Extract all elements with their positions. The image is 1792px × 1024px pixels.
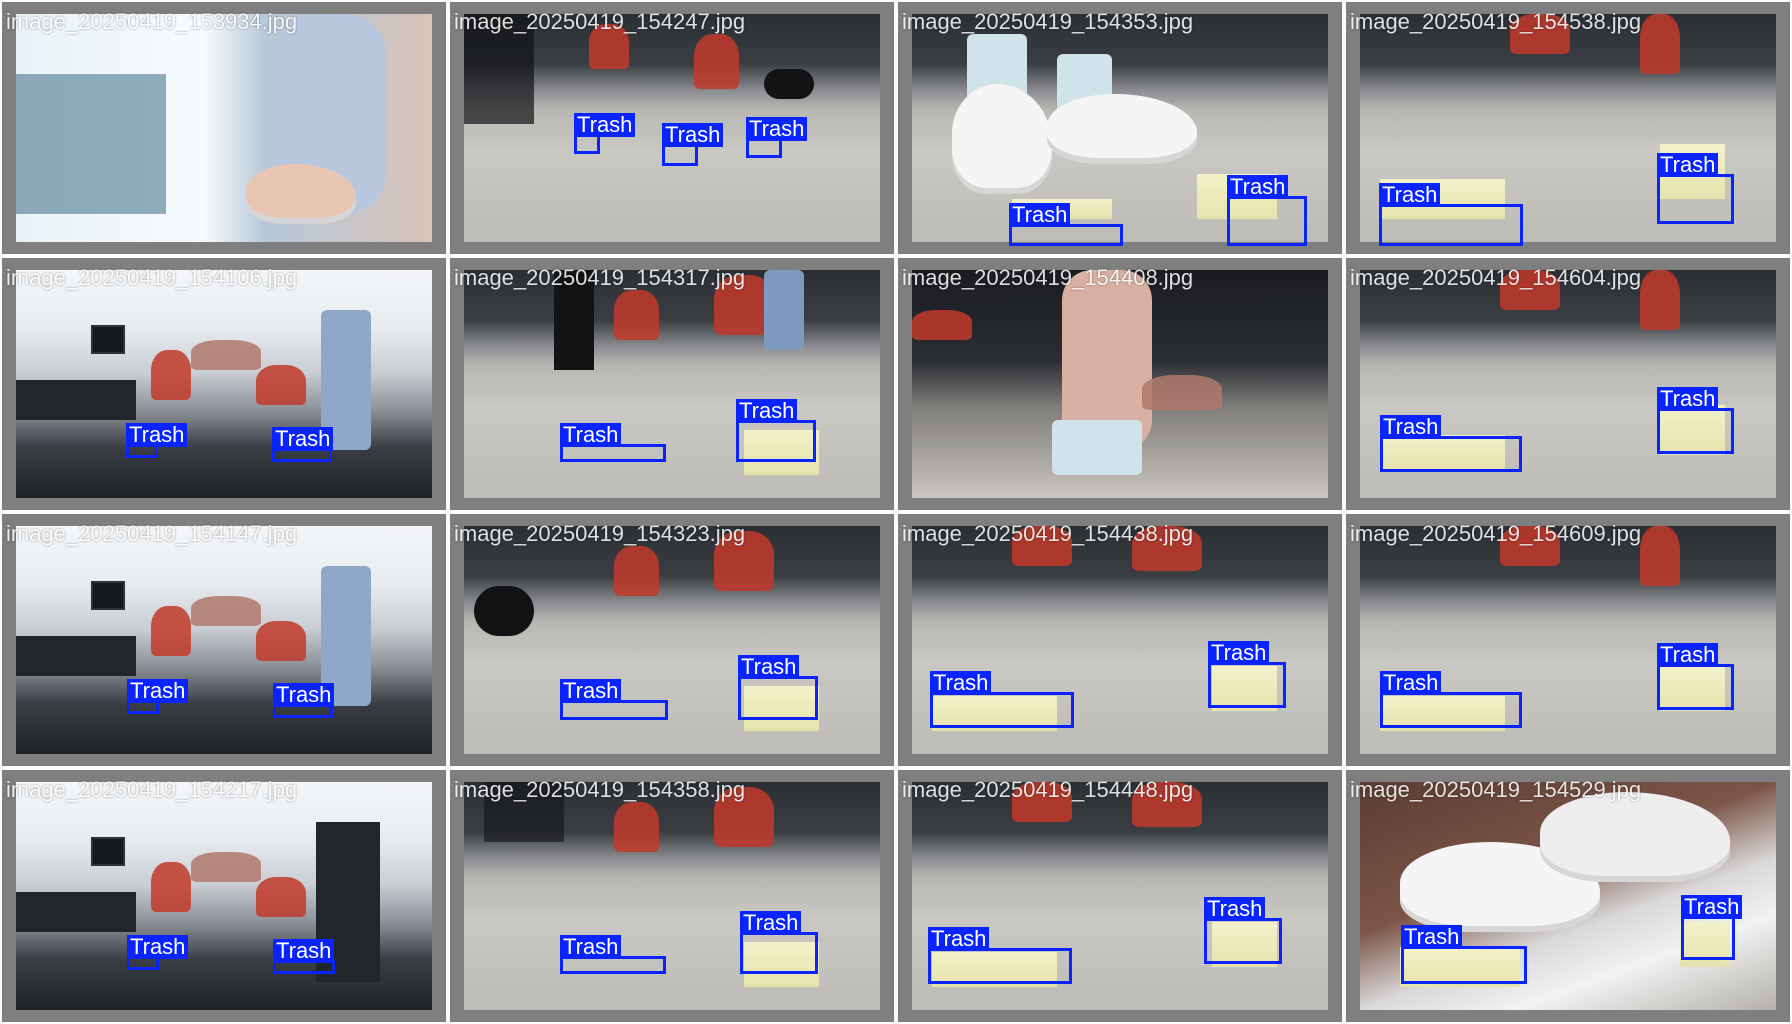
detection-label: Trash: [930, 671, 992, 695]
detection-label: Trash: [928, 927, 990, 951]
detection-label: Trash: [273, 939, 335, 963]
detection-label: Trash: [1380, 415, 1442, 439]
detection-box: Trash: [1657, 643, 1734, 710]
detection-label: Trash: [1657, 387, 1719, 411]
detection-box: Trash: [560, 935, 666, 974]
detection-box: Trash: [1204, 897, 1282, 964]
image-tile[interactable]: Trash Trash image_20250419_154358.jpg: [450, 770, 894, 1022]
detection-box: Trash: [736, 399, 816, 462]
photo: [16, 270, 432, 498]
image-tile[interactable]: Trash Trash image_20250419_154217.jpg: [2, 770, 446, 1022]
photo: [16, 526, 432, 754]
photo: [912, 270, 1328, 498]
detection-label: Trash: [740, 911, 802, 935]
detection-label: Trash: [126, 423, 188, 447]
detection-box: Trash: [273, 683, 335, 718]
detection-box: Trash: [1681, 895, 1743, 960]
image-tile[interactable]: image_20250419_153934.jpg: [2, 2, 446, 254]
image-tile[interactable]: image_20250419_154408.jpg: [898, 258, 1342, 510]
detection-box: Trash: [1208, 641, 1286, 708]
detection-box: Trash: [560, 423, 666, 462]
detection-box: Trash: [928, 927, 1072, 984]
detection-box: Trash: [746, 117, 808, 158]
detection-label: Trash: [127, 935, 189, 959]
image-tile[interactable]: Trash Trash image_20250419_154323.jpg: [450, 514, 894, 766]
detection-label: Trash: [1009, 203, 1071, 227]
photo: [16, 782, 432, 1010]
photo: [464, 270, 880, 498]
detection-box: Trash: [930, 671, 1074, 728]
detection-label: Trash: [560, 935, 622, 959]
detection-box: Trash: [273, 939, 335, 974]
image-tile[interactable]: Trash Trash Trash image_20250419_154247.…: [450, 2, 894, 254]
detection-box: Trash: [1657, 153, 1734, 224]
detection-box: Trash: [1380, 415, 1522, 472]
detection-label: Trash: [273, 683, 335, 707]
detection-box: Trash: [560, 679, 668, 720]
detection-label: Trash: [574, 113, 636, 137]
detection-label: Trash: [736, 399, 798, 423]
detection-box: Trash: [127, 935, 189, 970]
detection-label: Trash: [1657, 643, 1719, 667]
detection-label: Trash: [127, 679, 189, 703]
photo: [464, 782, 880, 1010]
detection-label: Trash: [560, 679, 622, 703]
detection-box: Trash: [740, 911, 818, 974]
detection-label: Trash: [738, 655, 800, 679]
image-tile[interactable]: Trash Trash image_20250419_154604.jpg: [1346, 258, 1790, 510]
detection-label: Trash: [272, 427, 334, 451]
detection-box: Trash: [272, 427, 334, 462]
detection-label: Trash: [1681, 895, 1743, 919]
detection-box: Trash: [1401, 925, 1527, 984]
detection-box: Trash: [126, 423, 188, 458]
image-tile[interactable]: Trash Trash image_20250419_154317.jpg: [450, 258, 894, 510]
detection-box: Trash: [1009, 203, 1123, 246]
detection-label: Trash: [1227, 175, 1289, 199]
photo: [16, 14, 432, 242]
detection-box: Trash: [1657, 387, 1734, 454]
detection-label: Trash: [1379, 183, 1441, 207]
detection-label: Trash: [1208, 641, 1270, 665]
image-tile[interactable]: Trash Trash image_20250419_154448.jpg: [898, 770, 1342, 1022]
detection-box: Trash: [574, 113, 636, 154]
detection-label: Trash: [1657, 153, 1719, 177]
detection-box: Trash: [1379, 183, 1523, 246]
image-tile[interactable]: Trash Trash image_20250419_154529.jpg: [1346, 770, 1790, 1022]
image-tile[interactable]: Trash Trash image_20250419_154538.jpg: [1346, 2, 1790, 254]
detection-label: Trash: [662, 123, 724, 147]
detection-label: Trash: [560, 423, 622, 447]
detection-box: Trash: [738, 655, 818, 720]
image-tile[interactable]: Trash Trash image_20250419_154353.jpg: [898, 2, 1342, 254]
image-tile[interactable]: Trash Trash image_20250419_154106.jpg: [2, 258, 446, 510]
image-tile[interactable]: Trash Trash image_20250419_154438.jpg: [898, 514, 1342, 766]
detection-label: Trash: [1401, 925, 1463, 949]
image-grid: image_20250419_153934.jpg Trash Trash Tr…: [0, 0, 1792, 1024]
detection-box: Trash: [127, 679, 189, 714]
detection-box: Trash: [1380, 671, 1522, 728]
detection-label: Trash: [1380, 671, 1442, 695]
image-tile[interactable]: Trash Trash image_20250419_154609.jpg: [1346, 514, 1790, 766]
detection-label: Trash: [1204, 897, 1266, 921]
detection-box: Trash: [662, 123, 724, 166]
image-tile[interactable]: Trash Trash image_20250419_154147.jpg: [2, 514, 446, 766]
detection-label: Trash: [746, 117, 808, 141]
detection-box: Trash: [1227, 175, 1307, 246]
